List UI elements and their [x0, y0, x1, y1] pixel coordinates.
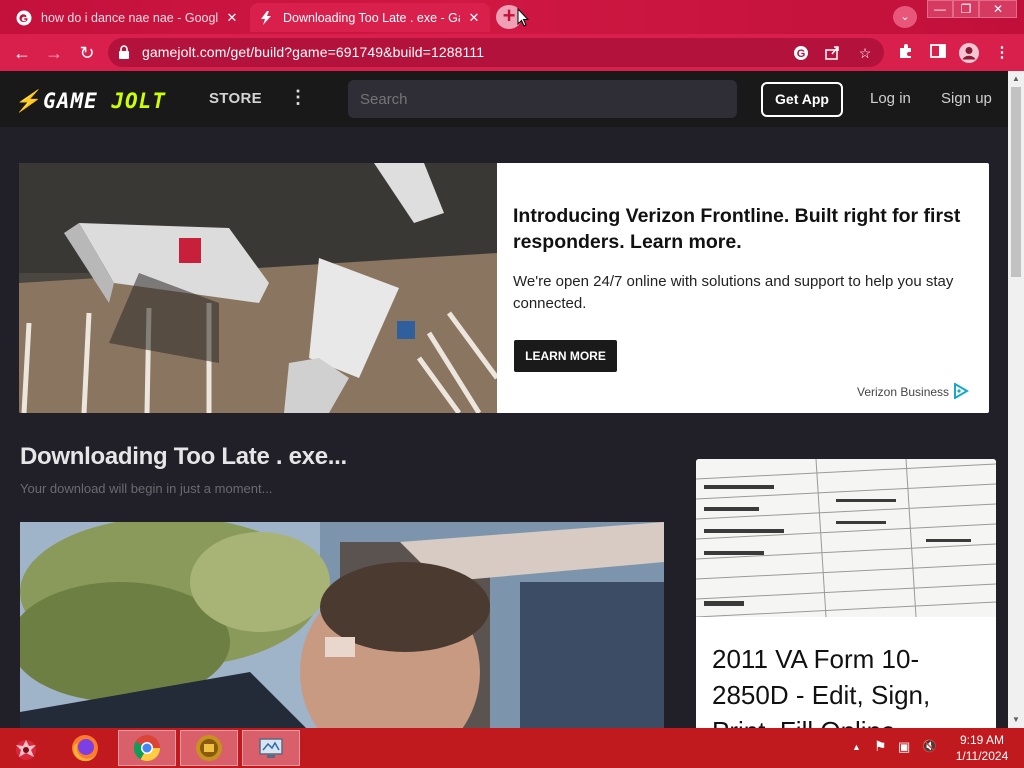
- side-ad-title[interactable]: 2011 VA Form 10-2850D - Edit, Sign, Prin…: [712, 641, 982, 728]
- login-link[interactable]: Log in: [870, 90, 911, 107]
- tab-title: how do i dance nae nae - Google: [41, 10, 218, 25]
- scroll-down-arrow-icon[interactable]: ▼: [1008, 712, 1024, 728]
- tab-google-search[interactable]: how do i dance nae nae - Google ✕: [8, 3, 248, 32]
- close-window-button[interactable]: ✕: [979, 0, 1017, 18]
- url-text: gamejolt.com/get/build?game=691749&build…: [142, 44, 485, 60]
- sidepanel-icon[interactable]: [927, 42, 949, 64]
- back-button[interactable]: ←: [10, 41, 34, 65]
- signup-link[interactable]: Sign up: [941, 90, 992, 107]
- monitor-icon: [259, 738, 283, 758]
- google-icon: [16, 10, 32, 25]
- chrome-icon: [133, 735, 161, 762]
- profile-icon[interactable]: [958, 42, 980, 64]
- tab-strip: how do i dance nae nae - Google ✕ Downlo…: [0, 0, 1024, 34]
- get-app-button[interactable]: Get App: [761, 82, 843, 117]
- ad-image: [19, 163, 497, 413]
- tax-form-image: [696, 459, 996, 617]
- maximize-button[interactable]: ❐: [953, 0, 979, 18]
- volume-muted-icon[interactable]: 🔇: [922, 739, 937, 753]
- lightning-bolt-icon: ⚡: [14, 89, 42, 113]
- share-icon[interactable]: [823, 44, 841, 62]
- taskbar-game[interactable]: [180, 730, 238, 766]
- gamejolt-logo[interactable]: ⚡GAME JOLT: [14, 89, 166, 114]
- minimize-button[interactable]: —: [927, 0, 953, 18]
- game-icon: [196, 735, 222, 761]
- video-player[interactable]: [20, 522, 664, 728]
- ad-choices-icon[interactable]: [953, 383, 969, 399]
- action-center-flag-icon[interactable]: ⚑: [874, 738, 887, 755]
- taskbar: ▲ ⚑ ▣ 🔇 9:19 AM 1/11/2024: [0, 728, 1024, 768]
- clock-date: 1/11/2024: [955, 749, 1009, 763]
- site-header: ⚡GAME JOLT STORE ⋮ Get App Log in Sign u…: [0, 71, 1008, 127]
- taskbar-chrome[interactable]: [118, 730, 176, 766]
- bookmark-star-icon[interactable]: ☆: [856, 44, 874, 62]
- address-bar[interactable]: gamejolt.com/get/build?game=691749&build…: [108, 38, 884, 67]
- close-tab-icon[interactable]: ✕: [466, 10, 482, 26]
- search-input[interactable]: [348, 80, 737, 118]
- google-lens-icon[interactable]: G: [792, 44, 810, 62]
- more-options-icon[interactable]: ⋮: [289, 86, 307, 110]
- gamejolt-icon: [261, 10, 271, 25]
- store-link[interactable]: STORE: [209, 90, 262, 107]
- tab-title: Downloading Too Late . exe - Gar: [283, 10, 460, 25]
- page-content: Introducing Verizon Frontline. Built rig…: [0, 127, 1008, 728]
- lock-icon: [119, 45, 129, 59]
- ad-body: We're open 24/7 online with solutions an…: [513, 273, 954, 312]
- system-clock[interactable]: 9:19 AM 1/11/2024: [952, 732, 1012, 764]
- taskbar-firefox[interactable]: [56, 730, 114, 766]
- side-ad-card[interactable]: 2011 VA Form 10-2850D - Edit, Sign, Prin…: [696, 459, 996, 728]
- svg-text:G: G: [797, 48, 806, 60]
- logo-accent-text: JOLT: [111, 89, 166, 113]
- page-scrollbar[interactable]: ▲ ▼: [1008, 71, 1024, 728]
- download-subtitle: Your download will begin in just a momen…: [20, 481, 273, 496]
- logo-text: GAME: [43, 89, 98, 113]
- start-button[interactable]: [0, 730, 52, 766]
- browser-toolbar: ← → ↻ gamejolt.com/get/build?game=691749…: [0, 34, 1024, 71]
- menu-icon[interactable]: ⋮: [991, 42, 1013, 64]
- clock-time: 9:19 AM: [959, 733, 1005, 747]
- pinwheel-icon: [16, 740, 36, 760]
- tray-expand-icon[interactable]: ▲: [852, 742, 861, 752]
- ad-sponsor[interactable]: Verizon Business: [857, 385, 949, 399]
- reload-button[interactable]: ↻: [75, 41, 99, 65]
- scroll-thumb[interactable]: [1011, 87, 1021, 277]
- tab-gamejolt-download[interactable]: Downloading Too Late . exe - Gar ✕: [250, 3, 490, 32]
- scroll-up-arrow-icon[interactable]: ▲: [1008, 71, 1024, 87]
- firefox-icon: [72, 735, 98, 762]
- close-tab-icon[interactable]: ✕: [224, 10, 240, 26]
- network-icon[interactable]: ▣: [898, 739, 910, 755]
- extensions-icon[interactable]: [895, 42, 917, 64]
- download-title: Downloading Too Late . exe...: [20, 443, 347, 470]
- mouse-cursor-icon: [517, 8, 529, 27]
- ad-headline[interactable]: Introducing Verizon Frontline. Built rig…: [513, 203, 973, 255]
- ad-banner[interactable]: Introducing Verizon Frontline. Built rig…: [19, 163, 989, 413]
- forward-button[interactable]: →: [42, 41, 66, 65]
- learn-more-button[interactable]: LEARN MORE: [514, 340, 617, 372]
- tab-search-button[interactable]: ⌄: [893, 6, 917, 28]
- taskbar-monitor[interactable]: [242, 730, 300, 766]
